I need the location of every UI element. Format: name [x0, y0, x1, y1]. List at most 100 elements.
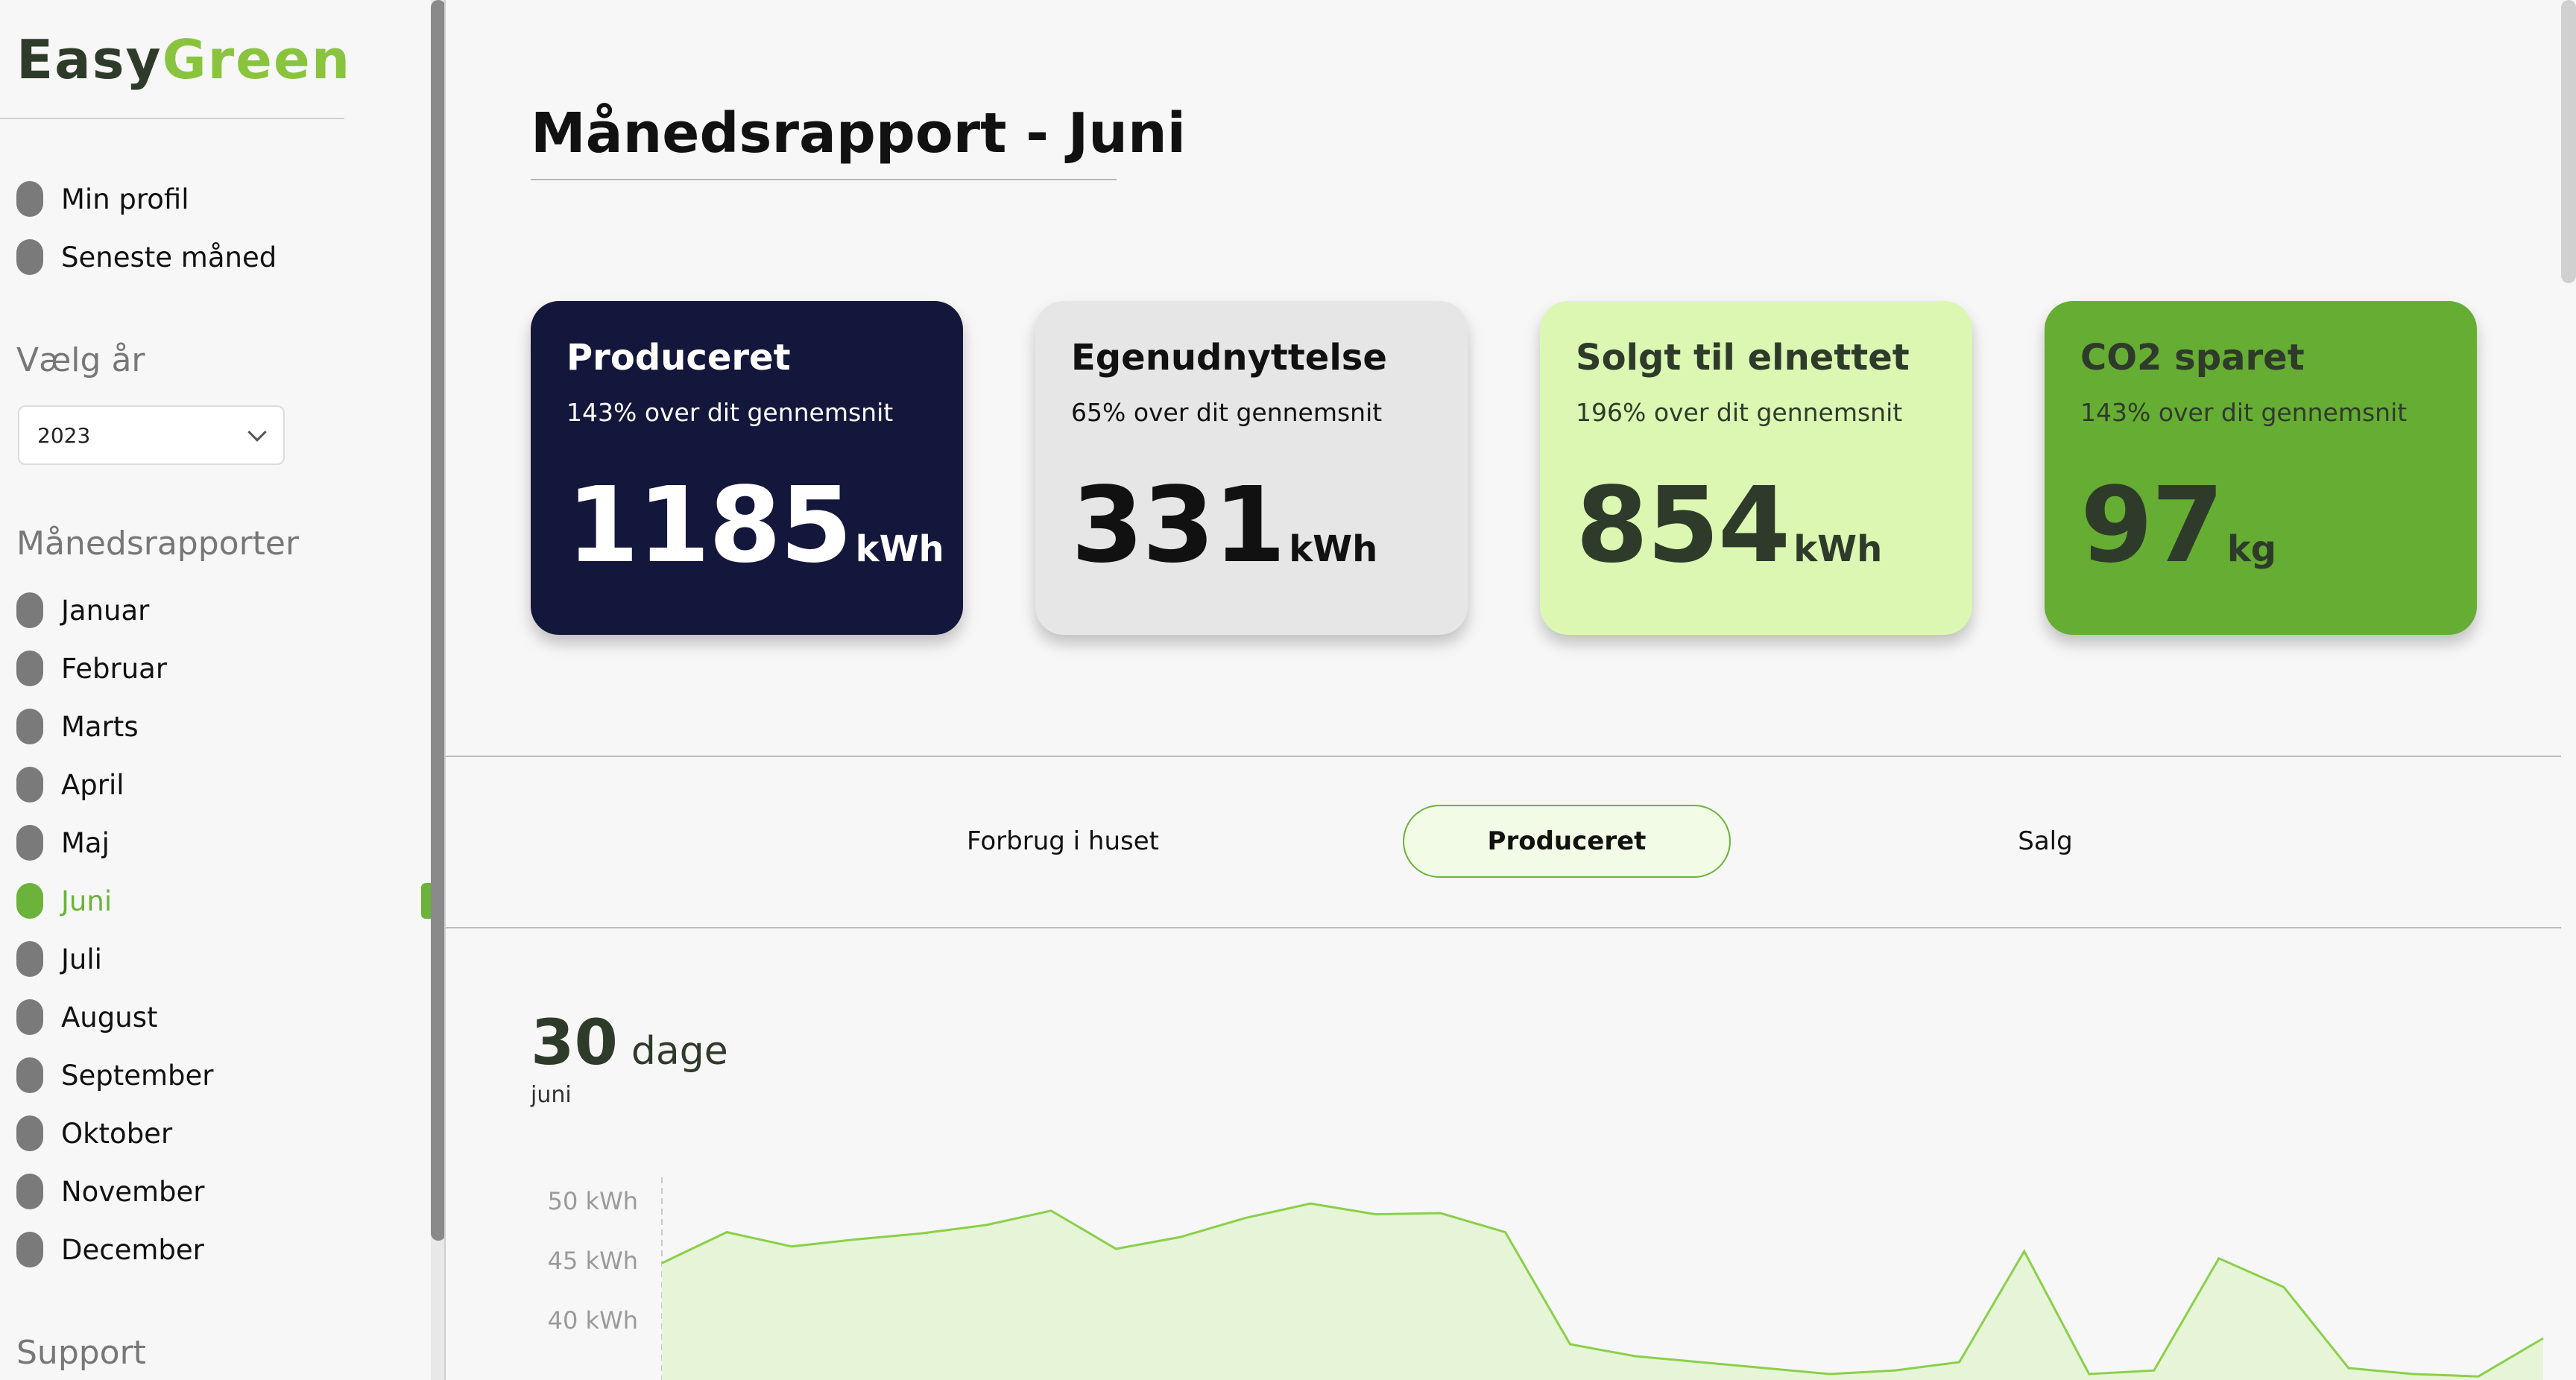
month-label: Juni: [61, 884, 113, 917]
nav-item-seneste-maaned[interactable]: Seneste måned: [16, 228, 277, 286]
month-label: Oktober: [61, 1117, 173, 1150]
logo-divider: [0, 118, 344, 119]
y-tick-label: 50 kWh: [548, 1187, 638, 1215]
tabs-bottom-divider: [446, 927, 2561, 928]
nav-item-label: Min profil: [61, 183, 189, 215]
tab-forbrug-i-huset[interactable]: Forbrug i huset: [936, 805, 1190, 878]
card-co2-sparet: CO2 sparet 143% over dit gennemsnit 97 k…: [2045, 301, 2477, 635]
nav-dot-icon: [16, 181, 43, 217]
year-section-title: Vælg år: [16, 341, 145, 379]
card-unit: kWh: [1793, 528, 1883, 570]
sidebar: Easy Green Min profil Seneste måned Vælg …: [0, 0, 431, 1380]
tab-produceret[interactable]: Produceret: [1403, 805, 1731, 878]
nav-item-label: Seneste måned: [61, 241, 277, 273]
month-label: September: [61, 1059, 214, 1092]
days-month-label: juni: [531, 1082, 572, 1108]
card-unit: kWh: [1289, 528, 1378, 570]
profile-nav: Min profil Seneste måned: [16, 170, 277, 286]
title-underline: [531, 179, 1117, 180]
sidebar-item-marts[interactable]: Marts: [16, 697, 214, 756]
logo-text-easy: Easy: [16, 28, 162, 91]
nav-dot-icon: [16, 1115, 43, 1151]
month-label: Maj: [61, 826, 110, 859]
sidebar-scrollbar-thumb[interactable]: [431, 0, 446, 1241]
nav-item-min-profil[interactable]: Min profil: [16, 170, 277, 228]
sidebar-item-april[interactable]: April: [16, 756, 214, 814]
card-unit: kg: [2226, 528, 2277, 570]
main-content: Månedsrapport - Juni Produceret 143% ove…: [446, 0, 2561, 1380]
nav-dot-icon: [16, 999, 43, 1035]
active-month-indicator: [421, 883, 431, 919]
month-label: August: [61, 1001, 158, 1034]
reports-section-title: Månedsrapporter: [16, 525, 300, 563]
card-value-group: 854 kWh: [1576, 465, 1882, 586]
y-tick-label: 40 kWh: [548, 1306, 638, 1335]
sidebar-item-juli[interactable]: Juli: [16, 930, 214, 988]
year-select-value: 2023: [37, 422, 91, 448]
card-value: 1185: [566, 465, 853, 586]
main-scrollbar-thumb[interactable]: [2561, 0, 2576, 283]
card-subtitle: 143% over dit gennemsnit: [2080, 398, 2408, 427]
tab-label: Forbrug i huset: [967, 826, 1159, 856]
tab-salg[interactable]: Salg: [1941, 805, 2150, 878]
nav-dot-icon: [16, 592, 43, 628]
sidebar-item-maj[interactable]: Maj: [16, 814, 214, 872]
card-produceret: Produceret 143% over dit gennemsnit 1185…: [531, 301, 963, 635]
support-section-title: Support: [16, 1334, 146, 1372]
sidebar-item-august[interactable]: August: [16, 988, 214, 1046]
tabs-top-divider: [446, 756, 2561, 757]
sidebar-item-oktober[interactable]: Oktober: [16, 1104, 214, 1162]
nav-dot-icon: [16, 883, 43, 919]
year-select[interactable]: 2023: [18, 405, 285, 465]
tab-label: Salg: [2018, 826, 2073, 856]
card-value-group: 97 kg: [2080, 465, 2276, 586]
nav-dot-icon: [16, 1057, 43, 1093]
month-label: April: [61, 768, 124, 801]
month-label: Januar: [61, 594, 150, 627]
nav-dot-icon: [16, 767, 43, 803]
nav-dot-icon: [16, 1174, 43, 1209]
card-title: Egenudnyttelse: [1071, 337, 1387, 379]
tab-label: Produceret: [1487, 826, 1647, 856]
month-label: December: [61, 1233, 204, 1266]
card-value-group: 1185 kWh: [566, 465, 944, 586]
card-value: 331: [1071, 465, 1286, 586]
sidebar-item-februar[interactable]: Februar: [16, 639, 214, 697]
months-nav: Januar Februar Marts April Maj Juni Juli…: [16, 581, 214, 1279]
month-label: November: [61, 1175, 205, 1208]
easygreen-logo[interactable]: Easy Green: [16, 28, 351, 91]
sidebar-item-november[interactable]: November: [16, 1162, 214, 1221]
days-summary: 30 dage: [531, 1006, 728, 1079]
nav-dot-icon: [16, 825, 43, 861]
card-value: 97: [2080, 465, 2224, 586]
page-title: Månedsrapport - Juni: [531, 101, 1187, 165]
nav-dot-icon: [16, 1232, 43, 1267]
nav-dot-icon: [16, 941, 43, 977]
card-subtitle: 196% over dit gennemsnit: [1576, 398, 1903, 427]
month-label: Marts: [61, 710, 139, 743]
month-label: Februar: [61, 652, 168, 685]
nav-dot-icon: [16, 239, 43, 275]
card-egenudnyttelse: Egenudnyttelse 65% over dit gennemsnit 3…: [1035, 301, 1468, 635]
card-unit: kWh: [855, 528, 944, 570]
card-title: Solgt til elnettet: [1576, 337, 1910, 379]
sidebar-item-januar[interactable]: Januar: [16, 581, 214, 639]
card-subtitle: 65% over dit gennemsnit: [1071, 398, 1383, 427]
nav-dot-icon: [16, 709, 43, 744]
y-axis-ticks: 50 kWh 45 kWh 40 kWh: [548, 1187, 638, 1335]
sidebar-item-december[interactable]: December: [16, 1221, 214, 1279]
days-unit: dage: [631, 1029, 728, 1074]
production-area-chart: 50 kWh 45 kWh 40 kWh: [548, 1177, 2544, 1380]
sidebar-item-september[interactable]: September: [16, 1046, 214, 1104]
y-tick-label: 45 kWh: [548, 1247, 638, 1275]
nav-dot-icon: [16, 651, 43, 686]
card-solgt-til-elnettet: Solgt til elnettet 196% over dit gennems…: [1540, 301, 1972, 635]
days-count: 30: [531, 1006, 618, 1079]
month-label: Juli: [61, 943, 102, 975]
card-value: 854: [1576, 465, 1790, 586]
card-subtitle: 143% over dit gennemsnit: [566, 398, 894, 427]
chevron-down-icon: [247, 422, 267, 442]
card-title: Produceret: [566, 337, 791, 379]
card-title: CO2 sparet: [2080, 337, 2305, 379]
sidebar-item-juni[interactable]: Juni: [16, 872, 214, 930]
